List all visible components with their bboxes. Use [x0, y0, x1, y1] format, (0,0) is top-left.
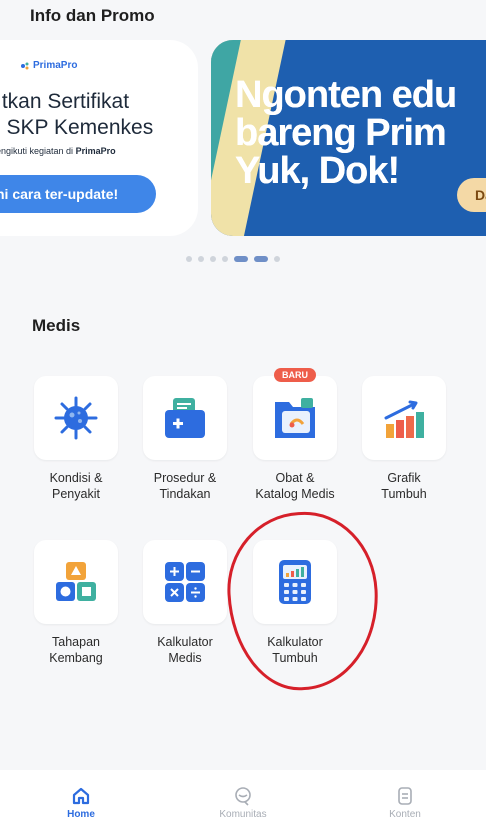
- promo-subtext-brand: PrimaPro: [75, 146, 116, 156]
- tile-kondisi-penyakit[interactable]: Kondisi & Penyakit: [34, 376, 118, 502]
- nav-label: Konten: [389, 809, 421, 820]
- carousel-dot[interactable]: [222, 256, 228, 262]
- folder-medicine-icon: [275, 398, 315, 438]
- ngonten-cta-button[interactable]: Da: [457, 178, 486, 212]
- section-title-info-promo: Info dan Promo: [30, 6, 155, 25]
- promo-subtext: engikuti kegiatan di PrimaPro: [0, 146, 116, 156]
- tile-icon-box[interactable]: [362, 376, 446, 460]
- carousel-dot[interactable]: [186, 256, 192, 262]
- ngonten-headline-2: bareng Prim: [235, 112, 447, 154]
- medical-kit-icon: [165, 398, 205, 438]
- promo-carousel[interactable]: PrimaPro ıtkan Sertifikat i SKP Kemenkes…: [0, 40, 486, 236]
- tile-grafik-tumbuh[interactable]: Grafik Tumbuh: [362, 376, 446, 502]
- tile-kalkulator-medis[interactable]: Kalkulator Medis: [143, 540, 227, 666]
- growth-calculator-icon: [279, 560, 311, 604]
- chat-icon: [235, 787, 251, 806]
- tile-icon-box[interactable]: [34, 540, 118, 624]
- nav-label: Komunitas: [219, 809, 267, 820]
- tile-label: Kalkulator Tumbuh: [267, 635, 323, 665]
- virus-icon: [54, 396, 98, 440]
- tile-label: Kondisi & Penyakit: [49, 471, 103, 501]
- tile-icon-box[interactable]: [34, 376, 118, 460]
- tile-obat-katalog[interactable]: BARU Obat & Katalog Medis: [253, 368, 337, 502]
- nav-konten[interactable]: Konten: [324, 770, 486, 832]
- tile-label: Grafik Tumbuh: [381, 471, 427, 501]
- carousel-dot[interactable]: [234, 256, 248, 262]
- tile-label: Obat & Katalog Medis: [255, 471, 335, 501]
- nav-label: Home: [67, 809, 95, 820]
- carousel-pagination[interactable]: [186, 256, 280, 262]
- promo-card-ngonten[interactable]: Ngonten edu bareng Prim Yuk, Dok! Da: [211, 40, 486, 236]
- tile-label: Kalkulator Medis: [157, 635, 213, 665]
- promo-cta-button[interactable]: ni cara ter-update!: [0, 175, 156, 213]
- promo-subtext-prefix: engikuti kegiatan di: [0, 146, 76, 156]
- nav-home[interactable]: Home: [0, 770, 162, 832]
- promo-card-skp[interactable]: PrimaPro ıtkan Sertifikat i SKP Kemenkes…: [0, 40, 198, 236]
- tile-kalkulator-tumbuh[interactable]: Kalkulator Tumbuh: [253, 540, 337, 666]
- new-badge: BARU: [274, 368, 316, 382]
- tile-tahapan-kembang[interactable]: Tahapan Kembang: [34, 540, 118, 666]
- ngonten-headline-1: Ngonten edu: [235, 74, 457, 116]
- promo-headline-1: ıtkan Sertifikat: [0, 90, 130, 113]
- tile-icon-box[interactable]: [253, 540, 337, 624]
- carousel-dot[interactable]: [210, 256, 216, 262]
- ngonten-headline-3: Yuk, Dok!: [235, 150, 400, 192]
- tile-label: Tahapan Kembang: [49, 635, 103, 665]
- tile-icon-box[interactable]: [143, 540, 227, 624]
- primapro-logo-icon: [20, 61, 30, 71]
- document-icon: [398, 787, 412, 805]
- bottom-navigation: Home Komunitas Konten: [0, 770, 486, 832]
- primapro-brand-text: PrimaPro: [33, 60, 78, 71]
- primapro-logo: PrimaPro: [20, 60, 77, 71]
- tile-label: Prosedur & Tindakan: [153, 471, 217, 501]
- growth-chart-icon: [384, 400, 424, 438]
- nav-komunitas[interactable]: Komunitas: [162, 770, 324, 832]
- carousel-dot[interactable]: [198, 256, 204, 262]
- section-title-medis: Medis: [32, 316, 81, 335]
- tile-prosedur-tindakan[interactable]: Prosedur & Tindakan: [143, 376, 227, 502]
- shapes-blocks-icon: [56, 562, 96, 601]
- promo-headline-2: i SKP Kemenkes: [0, 116, 154, 139]
- carousel-dot[interactable]: [274, 256, 280, 262]
- tile-icon-box[interactable]: BARU: [253, 368, 337, 460]
- home-icon: [72, 787, 90, 805]
- calculator-grid-icon: [165, 562, 205, 602]
- tile-icon-box[interactable]: [143, 376, 227, 460]
- carousel-dot[interactable]: [254, 256, 268, 262]
